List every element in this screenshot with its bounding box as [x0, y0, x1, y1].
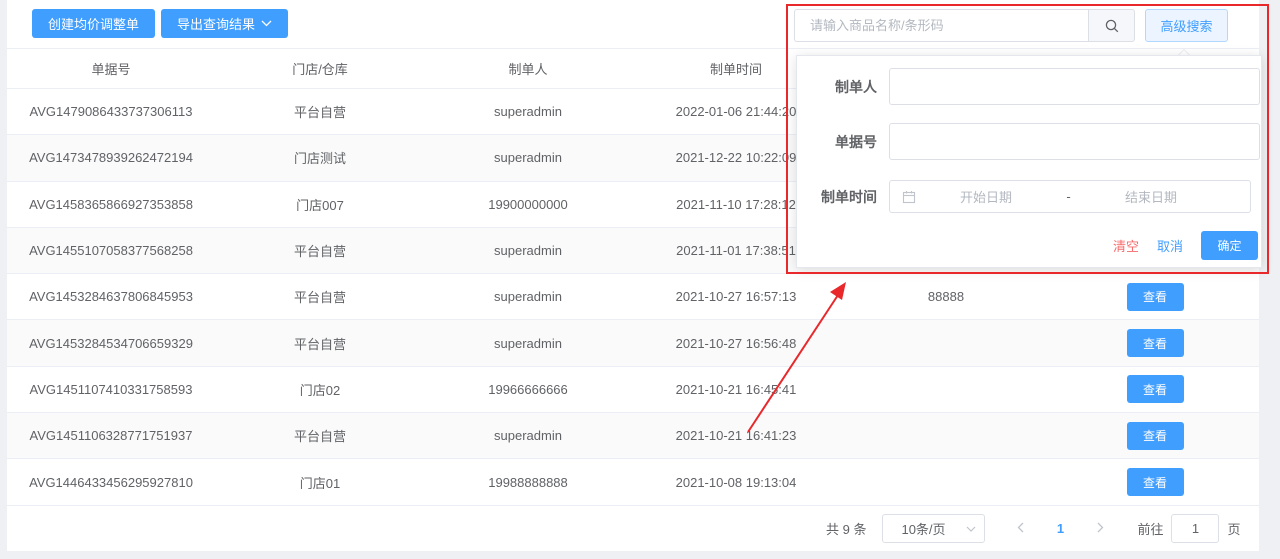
next-page-button[interactable] [1085, 521, 1115, 536]
goto-page: 前往 页 [1137, 514, 1241, 543]
cell-creator: superadmin [425, 227, 631, 275]
cell-creator: 19966666666 [425, 366, 631, 414]
cell-store: 平台自营 [215, 227, 425, 275]
column-header-store: 门店/仓库 [215, 48, 425, 89]
table-row: AVG1453284534706659329 平台自营 superadmin 2021… [7, 319, 1259, 367]
view-button[interactable]: 查看 [1126, 421, 1184, 450]
toolbar: 创建均价调整单 导出查询结果 [32, 9, 289, 38]
chevron-down-icon [261, 20, 272, 27]
cell-time: 2021-10-27 16:57:13 [631, 273, 841, 321]
cell-store: 平台自营 [215, 319, 425, 367]
table-row: AVG1446433456295927810 门店01 19988888888 202… [7, 458, 1259, 506]
cell-doc-no: AVG1479086433737306113 [7, 88, 215, 136]
cell-store: 门店01 [215, 458, 425, 506]
cell-creator: superadmin [425, 88, 631, 136]
cell-creator: superadmin [425, 319, 631, 367]
cell-action: 查看 [1051, 366, 1259, 414]
table-row: AVG1453284637806845953 平台自营 superadmin 2021… [7, 273, 1259, 321]
export-results-label: 导出查询结果 [177, 17, 256, 32]
cell-store: 平台自营 [215, 412, 425, 460]
column-header-creator: 制单人 [425, 48, 631, 89]
cell-extra [841, 319, 1051, 367]
cell-creator: superadmin [425, 273, 631, 321]
goto-prefix: 前往 [1137, 522, 1164, 537]
view-button[interactable]: 查看 [1126, 329, 1184, 358]
cell-doc-no: AVG1446433456295927810 [7, 458, 215, 506]
cell-time: 2021-10-21 16:45:41 [631, 366, 841, 414]
cell-store: 门店007 [215, 181, 425, 228]
cell-doc-no: AVG1453284637806845953 [7, 273, 215, 321]
cell-action: 查看 [1051, 412, 1259, 460]
goto-suffix: 页 [1227, 522, 1241, 537]
cell-doc-no: AVG1453284534706659329 [7, 319, 215, 367]
table-row: AVG1451106328771751937 平台自营 superadmin 2021… [7, 412, 1259, 460]
cell-extra: 88888 [841, 273, 1051, 321]
page-number-current[interactable]: 1 [1035, 521, 1085, 536]
cell-creator: 19988888888 [425, 458, 631, 506]
pagination: 共 9 条 10条/页 1 前往 页 [826, 514, 1241, 543]
create-adjustment-label: 创建均价调整单 [48, 17, 140, 32]
view-button[interactable]: 查看 [1126, 282, 1184, 311]
table-row: AVG1451107410331758593 门店02 19966666666 202… [7, 366, 1259, 414]
view-button[interactable]: 查看 [1126, 375, 1184, 404]
cell-creator: 19900000000 [425, 181, 631, 228]
cell-creator: superadmin [425, 412, 631, 460]
cell-store: 门店测试 [215, 134, 425, 182]
cell-store: 门店02 [215, 366, 425, 414]
chevron-down-icon [967, 526, 976, 532]
cell-creator: superadmin [425, 134, 631, 182]
cell-action: 查看 [1051, 458, 1259, 506]
prev-page-button[interactable] [1005, 521, 1035, 536]
cell-extra [841, 458, 1051, 506]
cell-action: 查看 [1051, 319, 1259, 367]
page-size-select[interactable]: 10条/页 [882, 514, 986, 543]
cell-doc-no: AVG1458365866927353858 [7, 181, 215, 228]
page-size-value: 10条/页 [901, 522, 946, 537]
create-adjustment-button[interactable]: 创建均价调整单 [32, 9, 156, 38]
cell-time: 2021-10-27 16:56:48 [631, 319, 841, 367]
cell-doc-no: AVG1451107410331758593 [7, 366, 215, 414]
column-header-doc-no: 单据号 [7, 48, 215, 89]
chevron-right-icon [1097, 522, 1104, 533]
cell-time: 2021-10-08 19:13:04 [631, 458, 841, 506]
cell-extra [841, 366, 1051, 414]
total-count: 共 9 条 [826, 522, 867, 537]
export-results-button[interactable]: 导出查询结果 [161, 9, 289, 38]
cell-doc-no: AVG1451106328771751937 [7, 412, 215, 460]
goto-page-input[interactable] [1171, 514, 1220, 543]
annotation-highlight-box [786, 4, 1269, 274]
cell-action: 查看 [1051, 273, 1259, 321]
cell-store: 平台自营 [215, 88, 425, 136]
view-button[interactable]: 查看 [1126, 468, 1184, 497]
chevron-left-icon [1017, 522, 1024, 533]
cell-time: 2021-10-21 16:41:23 [631, 412, 841, 460]
cell-store: 平台自营 [215, 273, 425, 321]
cell-extra [841, 412, 1051, 460]
cell-doc-no: AVG1455107058377568258 [7, 227, 215, 275]
cell-doc-no: AVG1473478939262472194 [7, 134, 215, 182]
